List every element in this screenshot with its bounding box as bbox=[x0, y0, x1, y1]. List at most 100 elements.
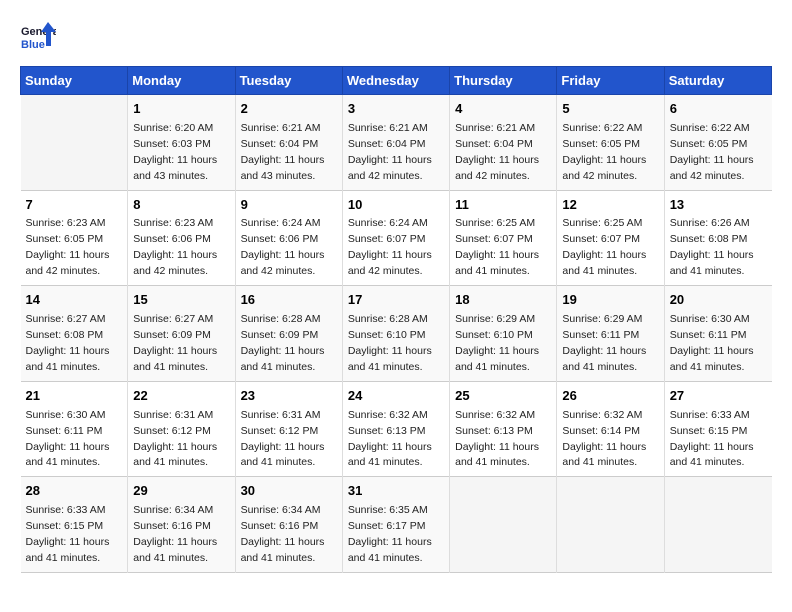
day-number: 9 bbox=[241, 196, 337, 215]
day-cell-13: 13 Sunrise: 6:26 AM Sunset: 6:08 PM Dayli… bbox=[664, 190, 771, 286]
week-row-1: 1 Sunrise: 6:20 AM Sunset: 6:03 PM Daylig… bbox=[21, 95, 772, 191]
day-info: Sunrise: 6:24 AM Sunset: 6:06 PM Dayligh… bbox=[241, 217, 325, 277]
day-number: 11 bbox=[455, 196, 551, 215]
day-info: Sunrise: 6:30 AM Sunset: 6:11 PM Dayligh… bbox=[670, 313, 754, 373]
day-info: Sunrise: 6:28 AM Sunset: 6:10 PM Dayligh… bbox=[348, 313, 432, 373]
day-info: Sunrise: 6:34 AM Sunset: 6:16 PM Dayligh… bbox=[133, 504, 217, 564]
day-info: Sunrise: 6:29 AM Sunset: 6:11 PM Dayligh… bbox=[562, 313, 646, 373]
day-cell-8: 8 Sunrise: 6:23 AM Sunset: 6:06 PM Daylig… bbox=[128, 190, 235, 286]
day-number: 23 bbox=[241, 387, 337, 406]
day-cell-16: 16 Sunrise: 6:28 AM Sunset: 6:09 PM Dayli… bbox=[235, 286, 342, 382]
day-info: Sunrise: 6:35 AM Sunset: 6:17 PM Dayligh… bbox=[348, 504, 432, 564]
day-cell-19: 19 Sunrise: 6:29 AM Sunset: 6:11 PM Dayli… bbox=[557, 286, 664, 382]
day-number: 5 bbox=[562, 100, 658, 119]
day-info: Sunrise: 6:34 AM Sunset: 6:16 PM Dayligh… bbox=[241, 504, 325, 564]
day-info: Sunrise: 6:31 AM Sunset: 6:12 PM Dayligh… bbox=[241, 409, 325, 469]
day-number: 27 bbox=[670, 387, 767, 406]
day-info: Sunrise: 6:30 AM Sunset: 6:11 PM Dayligh… bbox=[26, 409, 110, 469]
day-number: 28 bbox=[26, 482, 123, 501]
day-cell-5: 5 Sunrise: 6:22 AM Sunset: 6:05 PM Daylig… bbox=[557, 95, 664, 191]
day-info: Sunrise: 6:24 AM Sunset: 6:07 PM Dayligh… bbox=[348, 217, 432, 277]
day-info: Sunrise: 6:23 AM Sunset: 6:06 PM Dayligh… bbox=[133, 217, 217, 277]
day-cell-31: 31 Sunrise: 6:35 AM Sunset: 6:17 PM Dayli… bbox=[342, 477, 449, 573]
svg-text:Blue: Blue bbox=[21, 39, 45, 51]
day-cell-10: 10 Sunrise: 6:24 AM Sunset: 6:07 PM Dayli… bbox=[342, 190, 449, 286]
day-cell-11: 11 Sunrise: 6:25 AM Sunset: 6:07 PM Dayli… bbox=[450, 190, 557, 286]
day-info: Sunrise: 6:28 AM Sunset: 6:09 PM Dayligh… bbox=[241, 313, 325, 373]
day-info: Sunrise: 6:22 AM Sunset: 6:05 PM Dayligh… bbox=[670, 122, 754, 182]
weekday-header-friday: Friday bbox=[557, 67, 664, 95]
day-info: Sunrise: 6:32 AM Sunset: 6:13 PM Dayligh… bbox=[455, 409, 539, 469]
day-cell-25: 25Sunrise: 6:32 AM Sunset: 6:13 PM Dayli… bbox=[450, 381, 557, 477]
logo-svg: General Blue bbox=[20, 20, 56, 56]
day-number: 22 bbox=[133, 387, 229, 406]
day-info: Sunrise: 6:32 AM Sunset: 6:13 PM Dayligh… bbox=[348, 409, 432, 469]
day-number: 6 bbox=[670, 100, 767, 119]
day-info: Sunrise: 6:27 AM Sunset: 6:09 PM Dayligh… bbox=[133, 313, 217, 373]
day-cell-27: 27Sunrise: 6:33 AM Sunset: 6:15 PM Dayli… bbox=[664, 381, 771, 477]
day-cell-17: 17Sunrise: 6:28 AM Sunset: 6:10 PM Dayli… bbox=[342, 286, 449, 382]
day-info: Sunrise: 6:27 AM Sunset: 6:08 PM Dayligh… bbox=[26, 313, 110, 373]
day-cell-4: 4 Sunrise: 6:21 AM Sunset: 6:04 PM Daylig… bbox=[450, 95, 557, 191]
day-number: 2 bbox=[241, 100, 337, 119]
day-number: 13 bbox=[670, 196, 767, 215]
week-row-5: 28 Sunrise: 6:33 AM Sunset: 6:15 PM Dayli… bbox=[21, 477, 772, 573]
empty-cell bbox=[557, 477, 664, 573]
calendar-table: SundayMondayTuesdayWednesdayThursdayFrid… bbox=[20, 66, 772, 573]
day-cell-22: 22 Sunrise: 6:31 AM Sunset: 6:12 PM Dayli… bbox=[128, 381, 235, 477]
day-info: Sunrise: 6:26 AM Sunset: 6:08 PM Dayligh… bbox=[670, 217, 754, 277]
day-info: Sunrise: 6:32 AM Sunset: 6:14 PM Dayligh… bbox=[562, 409, 646, 469]
day-cell-20: 20 Sunrise: 6:30 AM Sunset: 6:11 PM Dayli… bbox=[664, 286, 771, 382]
day-cell-24: 24 Sunrise: 6:32 AM Sunset: 6:13 PM Dayli… bbox=[342, 381, 449, 477]
day-number: 10 bbox=[348, 196, 444, 215]
day-info: Sunrise: 6:21 AM Sunset: 6:04 PM Dayligh… bbox=[348, 122, 432, 182]
day-cell-23: 23 Sunrise: 6:31 AM Sunset: 6:12 PM Dayli… bbox=[235, 381, 342, 477]
weekday-header-wednesday: Wednesday bbox=[342, 67, 449, 95]
day-number: 20 bbox=[670, 291, 767, 310]
day-number: 30 bbox=[241, 482, 337, 501]
day-number: 19 bbox=[562, 291, 658, 310]
day-number: 3 bbox=[348, 100, 444, 119]
day-info: Sunrise: 6:25 AM Sunset: 6:07 PM Dayligh… bbox=[562, 217, 646, 277]
day-cell-1: 1 Sunrise: 6:20 AM Sunset: 6:03 PM Daylig… bbox=[128, 95, 235, 191]
day-number: 4 bbox=[455, 100, 551, 119]
day-number: 29 bbox=[133, 482, 229, 501]
day-info: Sunrise: 6:31 AM Sunset: 6:12 PM Dayligh… bbox=[133, 409, 217, 469]
day-number: 24 bbox=[348, 387, 444, 406]
weekday-header-tuesday: Tuesday bbox=[235, 67, 342, 95]
day-info: Sunrise: 6:20 AM Sunset: 6:03 PM Dayligh… bbox=[133, 122, 217, 182]
empty-cell bbox=[450, 477, 557, 573]
day-info: Sunrise: 6:21 AM Sunset: 6:04 PM Dayligh… bbox=[455, 122, 539, 182]
day-info: Sunrise: 6:22 AM Sunset: 6:05 PM Dayligh… bbox=[562, 122, 646, 182]
day-number: 15 bbox=[133, 291, 229, 310]
logo: General Blue bbox=[20, 20, 56, 56]
day-number: 31 bbox=[348, 482, 444, 501]
day-number: 16 bbox=[241, 291, 337, 310]
day-cell-12: 12Sunrise: 6:25 AM Sunset: 6:07 PM Dayli… bbox=[557, 190, 664, 286]
day-cell-18: 18Sunrise: 6:29 AM Sunset: 6:10 PM Dayli… bbox=[450, 286, 557, 382]
day-info: Sunrise: 6:33 AM Sunset: 6:15 PM Dayligh… bbox=[26, 504, 110, 564]
day-cell-30: 30 Sunrise: 6:34 AM Sunset: 6:16 PM Dayli… bbox=[235, 477, 342, 573]
day-number: 1 bbox=[133, 100, 229, 119]
day-number: 26 bbox=[562, 387, 658, 406]
day-cell-7: 7Sunrise: 6:23 AM Sunset: 6:05 PM Daylig… bbox=[21, 190, 128, 286]
day-cell-15: 15 Sunrise: 6:27 AM Sunset: 6:09 PM Dayli… bbox=[128, 286, 235, 382]
day-cell-3: 3 Sunrise: 6:21 AM Sunset: 6:04 PM Daylig… bbox=[342, 95, 449, 191]
day-cell-9: 9 Sunrise: 6:24 AM Sunset: 6:06 PM Daylig… bbox=[235, 190, 342, 286]
day-number: 14 bbox=[26, 291, 123, 310]
day-cell-6: 6 Sunrise: 6:22 AM Sunset: 6:05 PM Daylig… bbox=[664, 95, 771, 191]
week-row-2: 7Sunrise: 6:23 AM Sunset: 6:05 PM Daylig… bbox=[21, 190, 772, 286]
day-info: Sunrise: 6:23 AM Sunset: 6:05 PM Dayligh… bbox=[26, 217, 110, 277]
empty-cell bbox=[21, 95, 128, 191]
weekday-header-sunday: Sunday bbox=[21, 67, 128, 95]
week-row-4: 21 Sunrise: 6:30 AM Sunset: 6:11 PM Dayli… bbox=[21, 381, 772, 477]
day-info: Sunrise: 6:25 AM Sunset: 6:07 PM Dayligh… bbox=[455, 217, 539, 277]
day-cell-14: 14 Sunrise: 6:27 AM Sunset: 6:08 PM Dayli… bbox=[21, 286, 128, 382]
day-cell-21: 21 Sunrise: 6:30 AM Sunset: 6:11 PM Dayli… bbox=[21, 381, 128, 477]
page-header: General Blue bbox=[20, 20, 772, 56]
weekday-header-saturday: Saturday bbox=[664, 67, 771, 95]
day-number: 21 bbox=[26, 387, 123, 406]
weekday-header-row: SundayMondayTuesdayWednesdayThursdayFrid… bbox=[21, 67, 772, 95]
day-number: 8 bbox=[133, 196, 229, 215]
weekday-header-thursday: Thursday bbox=[450, 67, 557, 95]
